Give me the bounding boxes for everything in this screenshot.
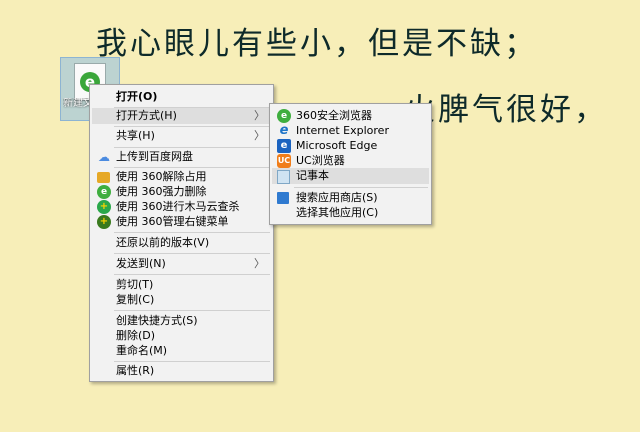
menu-item-label: 上传到百度网盘 [116, 150, 193, 163]
baidu-cloud-icon: ☁ [98, 150, 110, 164]
menu-item-label: UC浏览器 [296, 154, 345, 167]
wallpaper-text-line-2: 火脾气很好， [404, 92, 608, 128]
menu-item-label: 删除(D) [116, 329, 156, 342]
submenu-item-360-browser[interactable]: e 360安全浏览器 [272, 108, 429, 124]
submenu-item-choose-other-app[interactable]: 选择其他应用(C) [272, 205, 429, 221]
menu-item-label: Internet Explorer [296, 124, 389, 137]
menu-item-label: 共享(H) [116, 129, 155, 142]
menu-item-label: 属性(R) [116, 364, 155, 377]
submenu-item-internet-explorer[interactable]: e Internet Explorer [272, 123, 429, 139]
menu-item-share[interactable]: 共享(H) 〉 [92, 128, 271, 144]
menu-item-send-to[interactable]: 发送到(N) 〉 [92, 256, 271, 272]
360-browser-icon: e [277, 109, 291, 123]
menu-separator [294, 187, 428, 188]
menu-separator [114, 126, 270, 127]
menu-separator [114, 310, 270, 311]
submenu-arrow-icon: 〉 [254, 129, 265, 142]
menu-item-restore-versions[interactable]: 还原以前的版本(V) [92, 235, 271, 251]
menu-item-label: 使用 360解除占用 [116, 170, 207, 183]
menu-item-label: 选择其他应用(C) [296, 206, 379, 219]
menu-item-label: 使用 360强力删除 [116, 185, 207, 198]
submenu-arrow-icon: 〉 [254, 109, 265, 122]
menu-item-label: 搜索应用商店(S) [296, 191, 378, 204]
menu-separator [114, 361, 270, 362]
submenu-arrow-icon: 〉 [254, 257, 265, 270]
360-delete-icon: e [97, 185, 111, 199]
menu-item-360-delete[interactable]: e 使用 360强力删除 [92, 184, 271, 200]
menu-item-360-unlock[interactable]: 使用 360解除占用 [92, 169, 271, 185]
menu-item-create-shortcut[interactable]: 创建快捷方式(S) [92, 313, 271, 329]
uc-browser-icon: UC [277, 154, 291, 168]
notepad-icon [277, 170, 290, 184]
menu-item-cut[interactable]: 剪切(T) [92, 277, 271, 293]
internet-explorer-icon: e [279, 123, 289, 138]
360-menu-manager-icon: + [97, 215, 111, 229]
menu-item-360-trojan-scan[interactable]: + 使用 360进行木马云查杀 [92, 199, 271, 215]
menu-item-label: 打开(O) [116, 90, 158, 103]
menu-item-label: 复制(C) [116, 293, 155, 306]
menu-item-delete[interactable]: 删除(D) [92, 328, 271, 344]
menu-item-label: 重命名(M) [116, 344, 168, 357]
menu-item-properties[interactable]: 属性(R) [92, 363, 271, 379]
menu-item-label: 使用 360进行木马云查杀 [116, 200, 240, 213]
wallpaper-text-line-1: 我心眼儿有些小，但是不缺； [96, 26, 538, 62]
menu-separator [114, 253, 270, 254]
submenu-item-notepad[interactable]: 记事本 [272, 168, 429, 184]
menu-separator [114, 274, 270, 275]
menu-item-label: 打开方式(H) [116, 109, 177, 122]
menu-item-open[interactable]: 打开(O) [92, 89, 271, 105]
open-with-submenu: e 360安全浏览器 e Internet Explorer e Microso… [269, 103, 432, 225]
submenu-item-uc-browser[interactable]: UC UC浏览器 [272, 153, 429, 169]
menu-item-label: Microsoft Edge [296, 139, 378, 152]
menu-item-label: 创建快捷方式(S) [116, 314, 198, 327]
menu-item-label: 还原以前的版本(V) [116, 236, 210, 249]
360-unlock-icon [97, 172, 110, 183]
context-menu: 打开(O) 打开方式(H) 〉 共享(H) 〉 ☁ 上传到百度网盘 使用 360… [89, 84, 274, 382]
menu-separator [114, 167, 270, 168]
menu-item-baidu-upload[interactable]: ☁ 上传到百度网盘 [92, 149, 271, 165]
menu-item-360-menu-manager[interactable]: + 使用 360管理右键菜单 [92, 214, 271, 230]
360-trojan-scan-icon: + [97, 200, 111, 214]
submenu-item-search-store[interactable]: 搜索应用商店(S) [272, 190, 429, 206]
store-icon [277, 192, 289, 204]
menu-item-label: 使用 360管理右键菜单 [116, 215, 229, 228]
menu-item-copy[interactable]: 复制(C) [92, 292, 271, 308]
submenu-item-microsoft-edge[interactable]: e Microsoft Edge [272, 138, 429, 154]
menu-item-label: 发送到(N) [116, 257, 166, 270]
menu-separator [114, 232, 270, 233]
menu-item-label: 记事本 [296, 169, 329, 182]
menu-item-rename[interactable]: 重命名(M) [92, 343, 271, 359]
menu-separator [114, 147, 270, 148]
menu-item-label: 360安全浏览器 [296, 109, 372, 122]
edge-icon: e [277, 139, 291, 153]
menu-item-label: 剪切(T) [116, 278, 154, 291]
menu-item-open-with[interactable]: 打开方式(H) 〉 [92, 108, 271, 124]
